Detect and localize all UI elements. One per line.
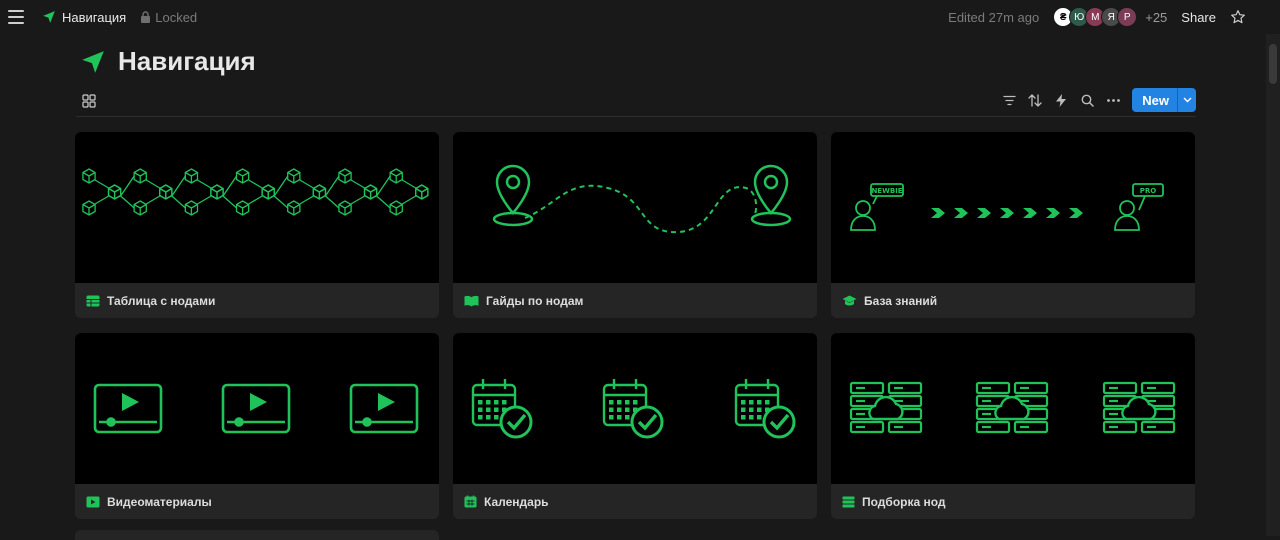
- calendar-icon: [464, 495, 477, 508]
- more-collaborators-count[interactable]: +25: [1145, 10, 1167, 25]
- chevron-down-icon[interactable]: [1177, 88, 1196, 112]
- search-icon[interactable]: [1080, 93, 1094, 107]
- share-button[interactable]: Share: [1181, 10, 1216, 25]
- lock-label: Locked: [155, 9, 198, 25]
- page-header: Навигация: [80, 46, 256, 77]
- next-card-partial[interactable]: [75, 530, 439, 540]
- card-title: Таблица с нодами: [107, 293, 216, 308]
- card-title: База знаний: [864, 293, 938, 308]
- navigation-arrow-icon: [82, 50, 104, 73]
- new-button[interactable]: New: [1132, 88, 1196, 112]
- gallery-card-video-materials[interactable]: Видеоматериалы: [75, 333, 439, 519]
- card-title: Календарь: [484, 494, 549, 509]
- page-title[interactable]: Навигация: [118, 46, 256, 77]
- gallery-view-icon[interactable]: [82, 94, 96, 108]
- avatar[interactable]: P: [1117, 7, 1138, 27]
- favorite-star-icon[interactable]: [1230, 9, 1246, 25]
- edited-timestamp[interactable]: Edited 27m ago: [948, 10, 1039, 25]
- hex-network-cover: [75, 132, 439, 283]
- card-title: Гайды по нодам: [486, 293, 584, 308]
- newbie-to-pro-cover: NEWBIE PRO: [831, 132, 1195, 283]
- graduation-cap-icon: [842, 295, 857, 305]
- newbie-badge: NEWBIE: [871, 187, 902, 195]
- scrollbar-track[interactable]: [1266, 34, 1280, 536]
- automation-bolt-icon[interactable]: [1054, 93, 1068, 107]
- navigation-arrow-icon: [43, 11, 55, 23]
- lock-icon: [141, 11, 151, 23]
- collaborator-avatars[interactable]: ₴ Ю M Я P: [1053, 7, 1138, 27]
- more-options-icon[interactable]: [1106, 93, 1120, 107]
- gallery-card-knowledge-base[interactable]: NEWBIE PRO База знаний: [831, 132, 1195, 318]
- card-title: Подборка нод: [862, 494, 946, 509]
- breadcrumb-page-title[interactable]: Навигация: [62, 10, 126, 25]
- list-icon: [842, 496, 855, 507]
- sort-icon[interactable]: [1028, 93, 1042, 107]
- gallery-card-node-guides[interactable]: Гайды по нодам: [453, 132, 817, 318]
- cloud-servers-cover: [831, 333, 1195, 484]
- new-button-label[interactable]: New: [1132, 88, 1177, 112]
- top-bar: Навигация Locked Edited 27m ago ₴ Ю M Я P +2…: [0, 0, 1280, 34]
- database-toolbar: New: [76, 88, 1196, 117]
- video-icon: [86, 496, 100, 507]
- route-pins-cover: [453, 132, 817, 283]
- table-icon: [86, 295, 100, 306]
- book-icon: [464, 295, 479, 306]
- calendar-checks-cover: [453, 333, 817, 484]
- scrollbar-thumb[interactable]: [1269, 44, 1277, 84]
- menu-icon[interactable]: [8, 10, 24, 24]
- filter-icon[interactable]: [1002, 93, 1016, 107]
- gallery-card-node-selection[interactable]: Подборка нод: [831, 333, 1195, 519]
- gallery-card-calendar[interactable]: Календарь: [453, 333, 817, 519]
- gallery-card-nodes-table[interactable]: Таблица с нодами: [75, 132, 439, 318]
- lock-status[interactable]: Locked: [140, 10, 197, 25]
- card-title: Видеоматериалы: [107, 494, 212, 509]
- pro-badge: PRO: [1140, 187, 1157, 195]
- video-players-cover: [75, 333, 439, 484]
